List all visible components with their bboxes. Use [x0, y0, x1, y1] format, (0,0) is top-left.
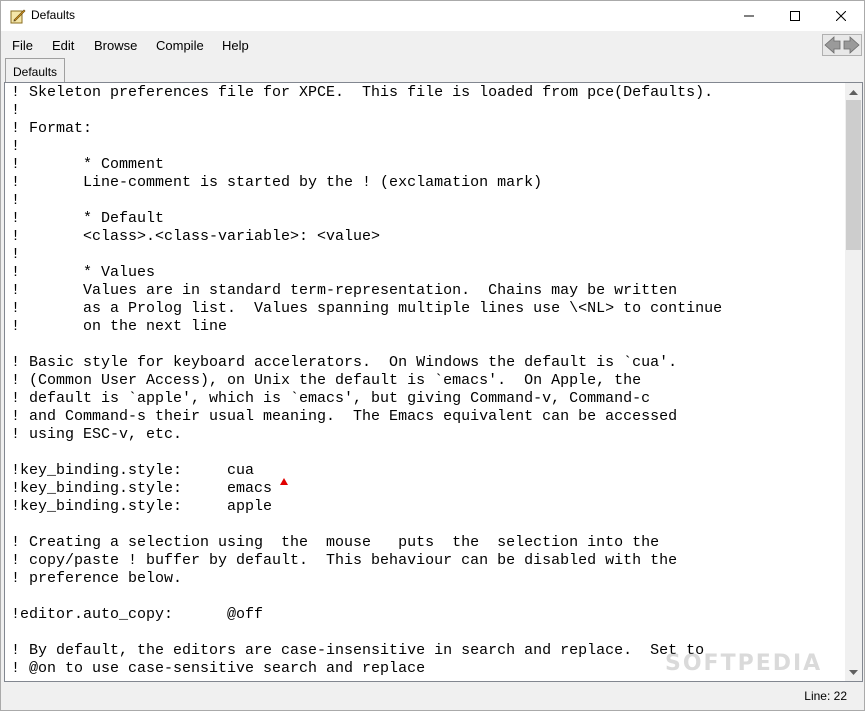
code-line[interactable]: ! Skeleton preferences file for XPCE. Th… — [11, 84, 843, 102]
app-icon — [10, 9, 26, 24]
status-line-number: Line: 22 — [804, 689, 847, 703]
minimize-button[interactable] — [726, 1, 772, 31]
code-line[interactable]: ! — [11, 138, 843, 156]
window-title: Defaults — [31, 8, 76, 22]
code-line[interactable]: !key_binding.style: cua — [11, 462, 843, 480]
menu-bar: File Edit Browse Compile Help — [1, 31, 864, 59]
code-line[interactable]: ! (Common User Access), on Unix the defa… — [11, 372, 843, 390]
tab-label: Defaults — [13, 65, 58, 79]
code-line[interactable]: ! — [11, 192, 843, 210]
menu-browse[interactable]: Browse — [94, 38, 137, 53]
code-line[interactable]: !editor.auto_copy: @off — [11, 606, 843, 624]
code-line[interactable]: ! Format: — [11, 120, 843, 138]
code-line[interactable] — [11, 624, 843, 642]
scroll-thumb[interactable] — [846, 100, 861, 250]
status-bar: Line: 22 — [1, 683, 864, 710]
code-line[interactable]: ! * Comment — [11, 156, 843, 174]
code-line[interactable]: ! using ESC-v, etc. — [11, 426, 843, 444]
code-line[interactable]: ! * Values — [11, 264, 843, 282]
code-line[interactable]: ! * Default — [11, 210, 843, 228]
softpedia-watermark: SOFTPEDIA — [665, 651, 823, 676]
code-line[interactable] — [11, 516, 843, 534]
code-line[interactable]: ! Basic style for keyboard accelerators.… — [11, 354, 843, 372]
code-line[interactable]: ! Values are in standard term-representa… — [11, 282, 843, 300]
menu-compile[interactable]: Compile — [156, 38, 204, 53]
vertical-scrollbar[interactable] — [845, 83, 862, 681]
close-icon — [836, 11, 846, 21]
chevron-down-icon — [849, 669, 858, 675]
caret-marker-icon — [280, 478, 288, 485]
code-line[interactable]: ! <class>.<class-variable>: <value> — [11, 228, 843, 246]
code-line[interactable] — [11, 444, 843, 462]
menu-file[interactable]: File — [12, 38, 33, 53]
close-button[interactable] — [818, 1, 864, 31]
app-window: Defaults File Edit Browse Compile Help D… — [0, 0, 865, 711]
code-line[interactable]: ! Creating a selection using the mouse p… — [11, 534, 843, 552]
menu-help[interactable]: Help — [222, 38, 249, 53]
scroll-up-button[interactable] — [845, 83, 862, 100]
maximize-icon — [790, 11, 800, 21]
editor-text[interactable]: ! Skeleton preferences file for XPCE. Th… — [11, 84, 843, 679]
code-line[interactable]: ! — [11, 246, 843, 264]
title-bar[interactable]: Defaults — [1, 1, 864, 31]
code-line[interactable]: ! Line-comment is started by the ! (excl… — [11, 174, 843, 192]
code-line[interactable]: ! — [11, 102, 843, 120]
code-line[interactable]: ! as a Prolog list. Values spanning mult… — [11, 300, 843, 318]
maximize-button[interactable] — [772, 1, 818, 31]
tab-defaults[interactable]: Defaults — [5, 58, 65, 83]
nav-arrows-icon[interactable] — [822, 34, 862, 56]
code-line[interactable]: ! and Command-s their usual meaning. The… — [11, 408, 843, 426]
code-line[interactable] — [11, 336, 843, 354]
minimize-icon — [744, 15, 754, 17]
code-line[interactable] — [11, 588, 843, 606]
scroll-down-button[interactable] — [845, 664, 862, 681]
code-line[interactable] — [11, 678, 843, 679]
editor-area[interactable]: ! Skeleton preferences file for XPCE. Th… — [4, 82, 863, 682]
code-line[interactable]: ! copy/paste ! buffer by default. This b… — [11, 552, 843, 570]
code-line[interactable]: ! preference below. — [11, 570, 843, 588]
menu-edit[interactable]: Edit — [52, 38, 74, 53]
code-line[interactable]: ! on the next line — [11, 318, 843, 336]
code-line[interactable]: !key_binding.style: emacs — [11, 480, 843, 498]
code-line[interactable]: ! default is `apple', which is `emacs', … — [11, 390, 843, 408]
chevron-up-icon — [849, 89, 858, 95]
code-line[interactable]: !key_binding.style: apple — [11, 498, 843, 516]
